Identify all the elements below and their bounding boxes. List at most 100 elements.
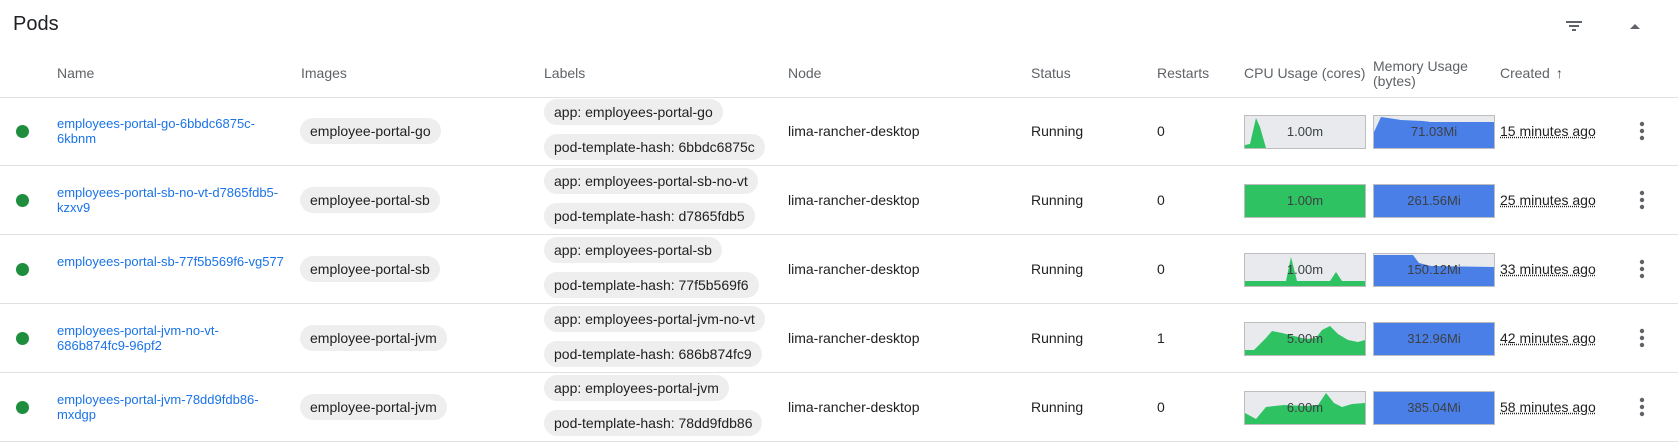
column-header-node: Node [788,65,822,81]
cpu-sparkline[interactable]: 1.00m [1244,115,1366,149]
node-cell: lima-rancher-desktop [788,330,920,346]
label-chip-app: app: employees-portal-sb-no-vt [544,168,758,194]
status-cell: Running [1031,123,1084,139]
cpu-sparkline[interactable]: 1.00m [1244,253,1366,287]
restarts-cell: 1 [1157,330,1165,346]
label-chip-app: app: employees-portal-jvm-no-vt [544,306,765,332]
column-header-status[interactable]: Status [1031,66,1071,81]
table-row: employees-portal-sb-77f5b569f6-vg577 emp… [0,235,1678,304]
cpu-value: 5.00m [1286,331,1324,346]
label-chip-hash: pod-template-hash: 78dd9fdb86 [544,410,763,436]
label-chip-app: app: employees-portal-jvm [544,375,729,401]
pod-name-link[interactable]: employees-portal-sb-no-vt-d7865fdb5-kzxv… [57,185,287,215]
more-vert-icon [1639,328,1645,348]
column-header-name[interactable]: Name [57,66,94,81]
page-title: Pods [13,13,59,35]
pod-name-link[interactable]: employees-portal-go-6bbdc6875c-6kbnm [57,116,287,146]
cpu-value: 1.00m [1286,124,1324,139]
image-chip: employee-portal-jvm [300,394,447,420]
table-row: employees-portal-go-6bbdc6875c-6kbnm emp… [0,97,1678,166]
cpu-sparkline[interactable]: 6.00m [1244,391,1366,425]
restarts-cell: 0 [1157,192,1165,208]
created-time[interactable]: 33 minutes ago [1500,261,1596,277]
column-header-restarts[interactable]: Restarts [1157,66,1209,81]
column-header-memory-line2: (bytes) [1373,73,1416,89]
image-chip: employee-portal-go [300,118,441,144]
label-chip-hash: pod-template-hash: 686b874fc9 [544,341,762,367]
column-header-created[interactable]: Created ↑ [1500,66,1563,81]
row-menu-button[interactable] [1630,186,1654,214]
table-header: Name Images Labels Node Status Restarts … [0,52,1678,98]
label-chip-app: app: employees-portal-go [544,99,723,125]
cpu-value: 6.00m [1286,400,1324,415]
pod-name-link[interactable]: employees-portal-sb-77f5b569f6-vg577 [57,254,287,269]
more-vert-icon [1639,259,1645,279]
status-running-icon [16,194,29,207]
restarts-cell: 0 [1157,261,1165,277]
card-header: Pods [0,0,1678,52]
pod-name-link[interactable]: employees-portal-jvm-78dd9fdb86-mxdgp [57,392,287,422]
node-cell: lima-rancher-desktop [788,261,920,277]
image-chip: employee-portal-jvm [300,325,447,351]
label-chip-hash: pod-template-hash: 77f5b569f6 [544,272,759,298]
more-vert-icon [1639,190,1645,210]
status-running-icon [16,401,29,414]
table-row: employees-portal-sb-no-vt-d7865fdb5-kzxv… [0,166,1678,235]
expand-less-icon [1630,24,1640,29]
column-header-cpu: CPU Usage (cores) [1244,65,1366,81]
collapse-button[interactable] [1621,12,1649,40]
table-row: employees-portal-jvm-no-vt-686b874fc9-96… [0,304,1678,373]
image-chip: employee-portal-sb [300,256,440,282]
memory-sparkline[interactable]: 261.56Mi [1373,184,1495,218]
filter-icon [1566,21,1582,31]
memory-sparkline[interactable]: 385.04Mi [1373,391,1495,425]
status-running-icon [16,332,29,345]
node-cell: lima-rancher-desktop [788,123,920,139]
restarts-cell: 0 [1157,399,1165,415]
created-time[interactable]: 42 minutes ago [1500,330,1596,346]
memory-value: 150.12Mi [1407,262,1461,277]
memory-sparkline[interactable]: 150.12Mi [1373,253,1495,287]
memory-sparkline[interactable]: 71.03Mi [1373,115,1495,149]
status-cell: Running [1031,192,1084,208]
more-vert-icon [1639,121,1645,141]
status-cell: Running [1031,330,1084,346]
label-chip-app: app: employees-portal-sb [544,237,722,263]
status-running-icon [16,125,29,138]
row-menu-button[interactable] [1630,393,1654,421]
row-menu-button[interactable] [1630,324,1654,352]
cpu-value: 1.00m [1286,193,1324,208]
filter-button[interactable] [1560,12,1588,40]
column-header-memory: Memory Usage (bytes) [1373,59,1468,89]
image-chip: employee-portal-sb [300,187,440,213]
memory-value: 312.96Mi [1407,331,1461,346]
more-vert-icon [1639,397,1645,417]
label-chip-hash: pod-template-hash: d7865fdb5 [544,203,755,229]
column-header-memory-line1: Memory Usage [1373,58,1468,74]
status-running-icon [16,263,29,276]
cpu-sparkline[interactable]: 5.00m [1244,322,1366,356]
sort-ascending-icon: ↑ [1555,65,1563,81]
row-menu-button[interactable] [1630,117,1654,145]
cpu-sparkline[interactable]: 1.00m [1244,184,1366,218]
restarts-cell: 0 [1157,123,1165,139]
node-cell: lima-rancher-desktop [788,399,920,415]
created-time[interactable]: 58 minutes ago [1500,399,1596,415]
column-header-images: Images [301,65,347,81]
status-cell: Running [1031,399,1084,415]
cpu-value: 1.00m [1286,262,1324,277]
memory-value: 261.56Mi [1407,193,1461,208]
memory-value: 71.03Mi [1410,124,1458,139]
column-header-labels: Labels [544,65,586,81]
created-time[interactable]: 25 minutes ago [1500,192,1596,208]
created-time[interactable]: 15 minutes ago [1500,123,1596,139]
node-cell: lima-rancher-desktop [788,192,920,208]
memory-sparkline[interactable]: 312.96Mi [1373,322,1495,356]
status-cell: Running [1031,261,1084,277]
column-header-created-label: Created [1500,65,1550,81]
pod-name-link[interactable]: employees-portal-jvm-no-vt-686b874fc9-96… [57,323,287,353]
memory-value: 385.04Mi [1407,400,1461,415]
pods-card: Pods Name Images Labels Node Status Rest… [0,0,1678,442]
row-menu-button[interactable] [1630,255,1654,283]
table-row: employees-portal-jvm-78dd9fdb86-mxdgp em… [0,373,1678,442]
